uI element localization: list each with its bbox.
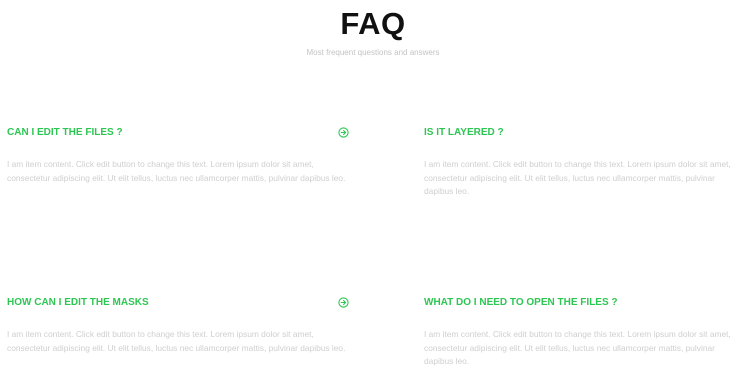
faq-question[interactable]: CAN I EDIT THE FILES ?	[7, 126, 123, 139]
faq-question[interactable]: HOW CAN I EDIT THE MASKS	[7, 296, 149, 309]
faq-answer: I am item content. Click edit button to …	[424, 159, 731, 196]
page-subtitle: Most frequent questions and answers	[306, 48, 440, 57]
faq-answer: I am item content. Click edit button to …	[7, 329, 346, 353]
arrow-circle-right-icon[interactable]	[338, 297, 349, 308]
faq-item: IS IT LAYERED ? I am item content. Click…	[424, 126, 746, 196]
faq-answer: I am item content. Click edit button to …	[424, 329, 731, 366]
faq-question[interactable]: IS IT LAYERED ?	[424, 126, 504, 139]
faq-item: CAN I EDIT THE FILES ? I am item content…	[7, 126, 352, 183]
faq-item: HOW CAN I EDIT THE MASKS I am item conte…	[7, 296, 352, 353]
faq-question-toggle[interactable]: WHAT DO I NEED TO OPEN THE FILES ?	[424, 296, 746, 310]
faq-question[interactable]: WHAT DO I NEED TO OPEN THE FILES ?	[424, 296, 618, 309]
faq-question-toggle[interactable]: CAN I EDIT THE FILES ?	[7, 126, 352, 140]
faq-answer: I am item content. Click edit button to …	[7, 159, 346, 183]
faq-question-toggle[interactable]: HOW CAN I EDIT THE MASKS	[7, 296, 352, 310]
page-title: FAQ	[340, 6, 406, 41]
faq-item: WHAT DO I NEED TO OPEN THE FILES ? I am …	[424, 296, 746, 366]
arrow-circle-right-icon[interactable]	[338, 127, 349, 138]
faq-question-toggle[interactable]: IS IT LAYERED ?	[424, 126, 746, 140]
